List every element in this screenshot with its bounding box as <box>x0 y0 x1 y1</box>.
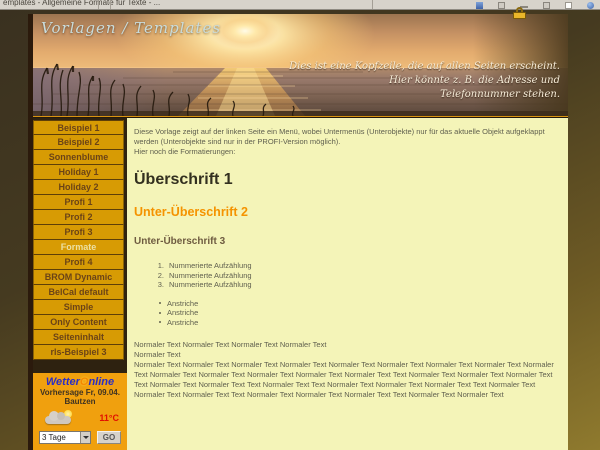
sidebar-item-beispiel-1[interactable]: Beispiel 1 <box>33 120 124 135</box>
bullet-icon <box>159 302 161 304</box>
bullet-icon <box>159 321 161 323</box>
sidebar-item-simple[interactable]: Simple <box>33 300 124 315</box>
browser-toolbar <box>476 1 594 9</box>
document-icon[interactable] <box>476 2 483 9</box>
wetteronline-logo[interactable]: WetterOnline <box>33 376 127 388</box>
select-value: 3 Tage <box>40 432 80 443</box>
tagline-line: Telefonnummer stehen. <box>289 88 560 102</box>
lock-icon <box>513 7 526 19</box>
cloud-icon <box>45 416 71 424</box>
sidebar-item-brom-dynamic[interactable]: BROM Dynamic <box>33 270 124 285</box>
forecast-line: Vorhersage Fr, 09.04. <box>33 388 127 397</box>
sidebar-item-belcal-default[interactable]: BelCal default <box>33 285 124 300</box>
sidebar-item-seiteninhalt[interactable]: Seiteninhalt <box>33 330 124 345</box>
screen: emplates - Allgemeine Formate für Texte … <box>0 0 600 450</box>
list-text: Nummerierte Aufzählung <box>169 271 252 281</box>
forecast-city: Bautzen <box>33 397 127 406</box>
sidebar-item-profi-3[interactable]: Profi 3 <box>33 225 124 240</box>
page-icon[interactable] <box>565 2 572 9</box>
nav-menu: Beispiel 1 Beispiel 2 Sonnenblume Holida… <box>33 120 124 360</box>
sidebar-item-holiday-1[interactable]: Holiday 1 <box>33 165 124 180</box>
sidebar-item-only-content[interactable]: Only Content <box>33 315 124 330</box>
list-number: 1. <box>154 261 164 271</box>
bullet-list: Anstriche Anstriche Anstriche <box>134 299 561 328</box>
list-item: Anstriche <box>134 308 561 318</box>
tab-divider <box>98 0 99 10</box>
intro-paragraph: Diese Vorlage zeigt auf der linken Seite… <box>134 127 561 147</box>
sidebar-item-profi-1[interactable]: Profi 1 <box>33 195 124 210</box>
help-icon[interactable] <box>587 2 594 9</box>
bullet-icon <box>159 312 161 314</box>
go-button[interactable]: GO <box>97 431 121 444</box>
sidebar-item-holiday-2[interactable]: Holiday 2 <box>33 180 124 195</box>
site-title: Vorlagen / Templates <box>41 19 221 37</box>
browser-title: emplates - Allgemeine Formate für Texte … <box>3 0 160 7</box>
logo-text-nline: nline <box>88 376 114 388</box>
list-item: 3. Nummerierte Aufzählung <box>134 280 561 290</box>
window-icon[interactable] <box>543 2 550 9</box>
weather-widget: WetterOnline Vorhersage Fr, 09.04. Bautz… <box>33 373 127 450</box>
normal-text-line: Normaler Text <box>134 350 561 360</box>
heading-2: Unter-Überschrift 2 <box>134 205 561 219</box>
sidebar-item-profi-2[interactable]: Profi 2 <box>33 210 124 225</box>
temperature-value: 11°C <box>99 413 119 423</box>
list-text: Anstriche <box>167 308 198 318</box>
forecast-row: 11°C <box>33 408 127 430</box>
normal-text-long-paragraph: Normaler Text Normaler Text Normaler Tex… <box>134 360 561 400</box>
dropdown-arrow-icon[interactable] <box>80 432 90 443</box>
weather-controls: 3 Tage GO <box>39 431 121 444</box>
heading-1: Überschrift 1 <box>134 171 561 189</box>
header-tagline: Dies ist eine Kopfzeile, die auf allen S… <box>289 60 560 102</box>
list-item: 2. Nummerierte Aufzählung <box>134 271 561 281</box>
tab-divider <box>372 0 373 10</box>
forecast-range-select[interactable]: 3 Tage <box>39 431 91 444</box>
main-content: Diese Vorlage zeigt auf der linken Seite… <box>127 118 568 450</box>
list-number: 3. <box>154 280 164 290</box>
sidebar-item-sonnenblume[interactable]: Sonnenblume <box>33 150 124 165</box>
normal-text-line: Normaler Text Normaler Text Normaler Tex… <box>134 340 561 350</box>
sidebar-item-rls-beispiel-3[interactable]: rls-Beispiel 3 <box>33 345 124 360</box>
tagline-line: Hier könnte z. B. die Adresse und <box>289 74 560 88</box>
formats-label: Hier noch die Formatierungen: <box>134 147 561 157</box>
list-number: 2. <box>154 271 164 281</box>
numbered-list: 1. Nummerierte Aufzählung 2. Nummerierte… <box>134 261 561 290</box>
sidebar-item-profi-4[interactable]: Profi 4 <box>33 255 124 270</box>
list-text: Nummerierte Aufzählung <box>169 280 252 290</box>
list-item: 1. Nummerierte Aufzählung <box>134 261 561 271</box>
tagline-line: Dies ist eine Kopfzeile, die auf allen S… <box>289 60 560 74</box>
browser-titlebar: emplates - Allgemeine Formate für Texte … <box>0 0 600 10</box>
list-item: Anstriche <box>134 318 561 328</box>
logo-text-wetter: Wetter <box>46 376 80 388</box>
normal-text-paragraph: Normaler Text Normaler Text Normaler Tex… <box>134 340 561 360</box>
lock-body <box>513 12 526 19</box>
tab-divider <box>110 0 111 10</box>
site-header: Vorlagen / Templates Dies ist eine Kopfz… <box>33 14 568 116</box>
heading-3: Unter-Überschrift 3 <box>134 236 561 248</box>
sidebar-item-formate[interactable]: Formate <box>33 240 124 255</box>
list-item: Anstriche <box>134 299 561 309</box>
list-text: Nummerierte Aufzählung <box>169 261 252 271</box>
cloud-sun-icon <box>45 410 75 426</box>
list-text: Anstriche <box>167 299 198 309</box>
sidebar-item-beispiel-2[interactable]: Beispiel 2 <box>33 135 124 150</box>
list-text: Anstriche <box>167 318 198 328</box>
panels-icon[interactable] <box>498 2 505 9</box>
